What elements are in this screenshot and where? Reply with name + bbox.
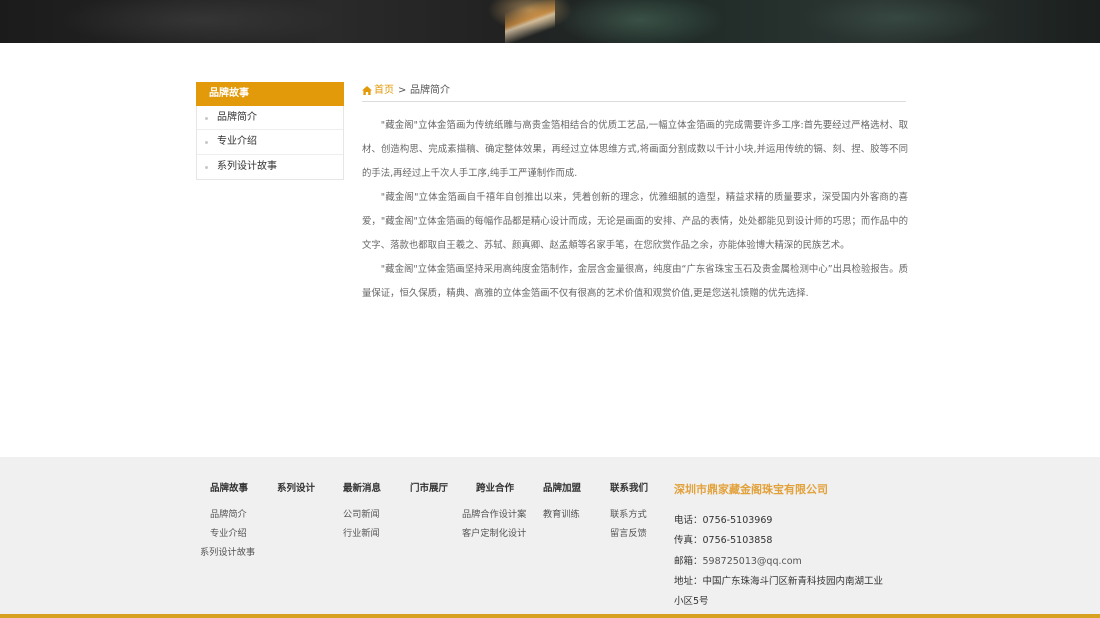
bullet-icon bbox=[205, 117, 208, 120]
footer-accent-bar bbox=[0, 614, 1100, 618]
sidebar-item-label: 专业介绍 bbox=[217, 136, 257, 148]
footer-link[interactable]: 品牌简介 bbox=[210, 508, 255, 522]
footer-column-franchise: 品牌加盟 教育训练 bbox=[543, 482, 581, 522]
sidebar-item-label: 系列设计故事 bbox=[217, 160, 277, 172]
footer-link[interactable]: 专业介绍 bbox=[210, 527, 255, 541]
contact-fax: 传真：0756-5103858 bbox=[674, 535, 773, 546]
breadcrumb-current: 品牌简介 bbox=[410, 85, 450, 96]
footer-column-cross-industry: 跨业合作 品牌合作设计案 客户定制化设计 bbox=[462, 482, 526, 541]
sidebar: 品牌故事 品牌简介 专业介绍 系列设计故事 bbox=[196, 82, 344, 180]
sidebar-item-brand-intro[interactable]: 品牌简介 bbox=[197, 106, 343, 131]
contact-address-line2: 小区5号 bbox=[674, 596, 709, 607]
bullet-icon bbox=[205, 141, 208, 145]
footer-link[interactable]: 品牌合作设计案 bbox=[462, 508, 526, 522]
bullet-icon bbox=[205, 165, 208, 169]
footer-link[interactable]: 系列设计故事 bbox=[200, 546, 255, 560]
footer-link[interactable]: 教育训练 bbox=[543, 508, 581, 522]
footer-column-showroom: 门市展厅 bbox=[410, 482, 448, 496]
article-paragraph: "藏金阁"立体金箔画为传统纸雕与高贵金箔相结合的优质工艺品,一幅立体金箔画的完成… bbox=[362, 120, 908, 179]
footer-link[interactable]: 客户定制化设计 bbox=[462, 527, 526, 541]
footer-column-title[interactable]: 系列设计 bbox=[277, 482, 315, 496]
footer-link[interactable]: 留言反馈 bbox=[610, 527, 648, 541]
contact-email-link[interactable]: 598725013@qq.com bbox=[703, 556, 802, 567]
footer-column-latest-news: 最新消息 公司新闻 行业新闻 bbox=[343, 482, 381, 541]
breadcrumb-separator: > bbox=[398, 85, 407, 96]
footer-column-brand-story: 品牌故事 品牌简介 专业介绍 系列设计故事 bbox=[200, 482, 255, 560]
banner-light-streak bbox=[505, 0, 555, 43]
breadcrumb-home-link[interactable]: 首页 bbox=[374, 84, 394, 98]
contact-phone: 电话：0756-5103969 bbox=[674, 515, 773, 526]
footer-column-title[interactable]: 跨业合作 bbox=[476, 482, 526, 496]
breadcrumb: 首页 > 品牌简介 bbox=[362, 84, 906, 102]
article-paragraph: "藏金阁"立体金箔画自千禧年自创推出以来，凭着创新的理念，优雅细腻的造型，精益求… bbox=[362, 192, 908, 251]
footer-link[interactable]: 联系方式 bbox=[610, 508, 648, 522]
article-paragraph: "藏金阁"立体金箔画坚持采用高纯度金箔制作，金层含金量很高，纯度由“广东省珠宝玉… bbox=[362, 264, 908, 299]
article-content: "藏金阁"立体金箔画为传统纸雕与高贵金箔相结合的优质工艺品,一幅立体金箔画的完成… bbox=[362, 114, 908, 306]
sidebar-item-professional-intro[interactable]: 专业介绍 bbox=[197, 130, 343, 155]
sidebar-item-design-stories[interactable]: 系列设计故事 bbox=[197, 155, 343, 179]
footer-column-series-design: 系列设计 bbox=[277, 482, 315, 496]
sidebar-title: 品牌故事 bbox=[196, 82, 344, 106]
sidebar-list: 品牌简介 专业介绍 系列设计故事 bbox=[196, 106, 344, 180]
footer-column-title[interactable]: 最新消息 bbox=[343, 482, 381, 496]
footer-column-contact: 联系我们 联系方式 留言反馈 bbox=[610, 482, 648, 541]
footer-column-title[interactable]: 门市展厅 bbox=[410, 482, 448, 496]
footer-column-title[interactable]: 品牌故事 bbox=[210, 482, 255, 496]
company-name: 深圳市鼎家藏金阁珠宝有限公司 bbox=[674, 483, 828, 496]
footer-link[interactable]: 行业新闻 bbox=[343, 527, 381, 541]
sidebar-item-label: 品牌简介 bbox=[217, 112, 257, 123]
home-icon bbox=[362, 86, 372, 95]
contact-address-line1: 地址：中国广东珠海斗门区新青科技园内南湖工业 bbox=[674, 576, 884, 587]
header-banner bbox=[0, 0, 1100, 43]
footer-column-title[interactable]: 联系我们 bbox=[610, 482, 648, 496]
contact-email-label: 邮箱： bbox=[674, 556, 703, 567]
footer: 品牌故事 品牌简介 专业介绍 系列设计故事 系列设计 最新消息 公司新闻 行业新… bbox=[0, 457, 1100, 618]
footer-link[interactable]: 公司新闻 bbox=[343, 508, 381, 522]
footer-column-title[interactable]: 品牌加盟 bbox=[543, 482, 581, 496]
contact-email: 邮箱：598725013@qq.com bbox=[674, 553, 802, 567]
